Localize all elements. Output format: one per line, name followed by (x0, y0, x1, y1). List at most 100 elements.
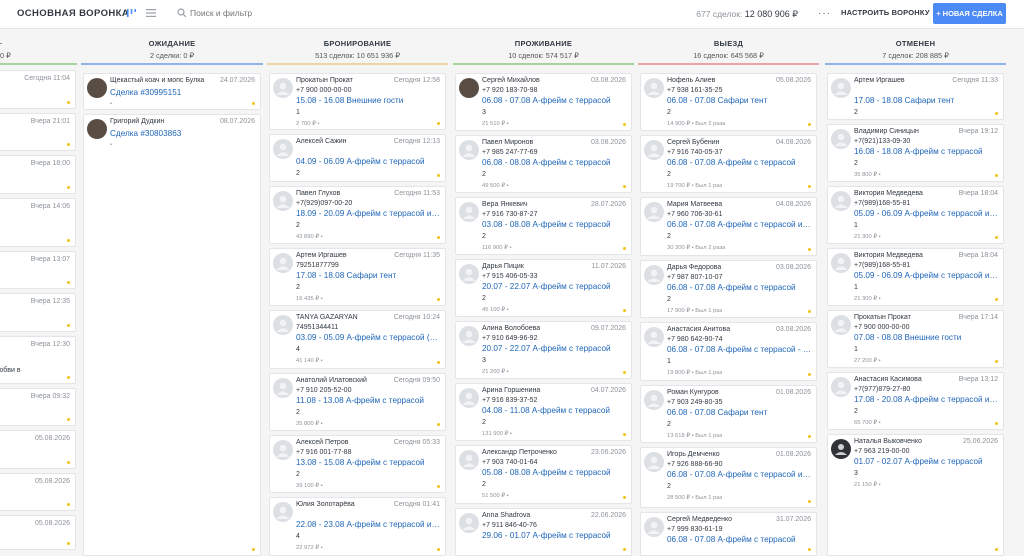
deal-link[interactable]: 06.08 - 07.08 Сафари тент (667, 96, 812, 105)
avatar[interactable] (644, 78, 664, 98)
deal-link[interactable]: 06.08 - 07.08 А-фрейм с террасой и к... (667, 220, 812, 229)
deal-link[interactable]: 06.08 - 07.08 А-фрейм с террасой - 1 ... (667, 345, 812, 354)
contact-name[interactable]: Анатолий Илатовский (296, 377, 367, 384)
contact-name[interactable]: Артем Иргашев (296, 252, 347, 259)
avatar[interactable] (644, 265, 664, 285)
deal-card[interactable]: Игорь Демченко 01.08.2026 +7 926 888-66-90… (640, 447, 817, 508)
deal-link[interactable]: 06.08 - 07.08 Сафари тент (667, 408, 812, 417)
deal-card[interactable]: Сегодня 11:04 (0, 70, 76, 109)
deal-card[interactable]: Сергей Бубенин 04.08.2026 +7 916 740-05-37… (640, 135, 817, 193)
contact-phone[interactable]: +7 926 888-66-90 (667, 461, 722, 468)
deal-link[interactable]: 17.08 - 18.08 Сафари тент (854, 96, 999, 105)
deal-card[interactable]: 05.08.2026 (0, 473, 76, 511)
avatar[interactable] (644, 517, 664, 537)
deal-card[interactable]: Павел Миронов 03.08.2026 +7 985 247-77-69 0… (455, 135, 632, 193)
more-dots-icon[interactable]: ··· (818, 8, 831, 19)
deal-card[interactable]: Вчера 12:35 (0, 293, 76, 332)
deal-card[interactable]: Дарья Пицик 11.07.2026 +7 915 406-05-33 20.… (455, 259, 632, 317)
contact-name[interactable]: Прокатын Прокат (854, 314, 911, 321)
deal-card[interactable]: Анатолий Илатовский Сегодня 09:50 +7 910 2… (269, 373, 446, 431)
deal-link[interactable]: 06.08 - 07.08 А-фрейм с террасой (667, 158, 812, 167)
contact-name[interactable]: Сергей Бубенин (667, 139, 719, 146)
deal-card[interactable]: Анастасия Касимова Вчера 13:12 +7(977)879-… (827, 372, 1004, 430)
deal-link[interactable]: Сделка #30995151 (110, 88, 256, 97)
contact-phone[interactable]: +7 903 249-80-35 (667, 399, 722, 406)
avatar[interactable] (273, 502, 293, 522)
contact-phone[interactable]: +7 963 219-00-00 (854, 448, 909, 455)
deal-card[interactable]: Павел Глухов Сегодня 11:53 +7(929)097-00-2… (269, 186, 446, 244)
avatar[interactable] (831, 377, 851, 397)
contact-name[interactable]: Щекастый коач и мопс Булка (110, 77, 204, 84)
deal-link[interactable]: 04.08 - 11.08 А-фрейм с террасой (482, 406, 627, 415)
contact-name[interactable]: Павел Глухов (296, 190, 340, 197)
deal-card[interactable]: Григорий Дудкин 08.07.2026 Сделка #3080386… (83, 114, 261, 556)
contact-phone[interactable]: +7 999 830-61-19 (667, 526, 722, 533)
contact-name[interactable]: Нофель Алиев (667, 77, 715, 84)
contact-name[interactable]: Павел Миронов (482, 139, 533, 146)
contact-name[interactable]: Алексей Сажин (296, 138, 347, 145)
contact-name[interactable]: Вера Янкевич (482, 201, 528, 208)
avatar[interactable] (644, 140, 664, 160)
deal-link[interactable]: 05.09 - 06.09 А-фрейм с террасой и к... (854, 271, 999, 280)
contact-phone[interactable]: +7 916 001-77-88 (296, 449, 351, 456)
contact-name[interactable]: Anna Shadrova (482, 512, 530, 519)
list-view-icon[interactable] (146, 8, 156, 18)
contact-phone[interactable]: 74951344411 (296, 324, 338, 331)
contact-phone[interactable]: +7(989)168-55-81 (854, 200, 910, 207)
contact-name[interactable]: Дарья Федорова (667, 264, 721, 271)
deal-link[interactable]: 01.07 - 02.07 А-фрейм с террасой (854, 457, 999, 466)
deal-card[interactable]: Анастасия Анитова 03.08.2026 +7 980 642-90… (640, 322, 817, 381)
deal-card[interactable]: TANYA GAZARYAN Сегодня 10:24 74951344411 03… (269, 310, 446, 369)
deal-link[interactable]: 29.06 - 01.07 А-фрейм с террасой (482, 531, 627, 540)
contact-name[interactable]: Александр Петроченко (482, 449, 557, 456)
deal-card[interactable]: Вчера 21:01 (0, 113, 76, 151)
deal-card[interactable]: Юлия Золотарёва Сегодня 01:41 22.08 - 23.0… (269, 497, 446, 556)
contact-name[interactable]: юбви в (0, 367, 21, 374)
deal-link[interactable]: 16.08 - 18.08 А-фрейм с террасой (854, 147, 999, 156)
contact-phone[interactable]: +7 916 839-37-52 (482, 397, 537, 404)
deal-link[interactable]: 04.09 - 06.09 А-фрейм с террасой (296, 157, 441, 166)
contact-phone[interactable]: +7 911 846-40-76 (482, 522, 537, 529)
search-input[interactable] (190, 8, 330, 18)
contact-phone[interactable]: +7 987 807-10-07 (667, 274, 722, 281)
contact-phone[interactable]: +7 915 406-05-33 (482, 273, 537, 280)
contact-phone[interactable]: +7(977)879-27-80 (854, 386, 910, 393)
deal-card[interactable]: Владимир Синицын Вчера 19:12 +7(921)133-09… (827, 124, 1004, 182)
deal-link[interactable]: 06.08 - 07.08 А-фрейм с террасой (667, 283, 812, 292)
avatar[interactable] (831, 315, 851, 335)
contact-phone[interactable]: +7 910 205-52-00 (296, 387, 351, 394)
column-title[interactable]: ОТМЕНЕН (825, 39, 1006, 48)
column-title[interactable]: БРОНИРОВАНИЕ (267, 39, 448, 48)
deal-card[interactable]: Алина Волобоева 09.07.2026 +7 910 649-96-9… (455, 321, 632, 379)
pipeline-view-icon[interactable] (126, 7, 137, 18)
contact-name[interactable]: Виктория Медведева (854, 190, 923, 197)
contact-name[interactable]: Юлия Золотарёва (296, 501, 355, 508)
avatar[interactable] (831, 191, 851, 211)
deal-card[interactable]: 05.08.2026 (0, 515, 76, 550)
column-title[interactable]: ВЫЕЗД (638, 39, 819, 48)
avatar[interactable] (831, 253, 851, 273)
pipeline-title[interactable]: ОСНОВНАЯ ВОРОНКА (17, 8, 129, 19)
avatar[interactable] (831, 78, 851, 98)
deal-card[interactable]: Нофель Алиев 05.08.2026 +7 938 161-35-25 06… (640, 73, 817, 131)
deal-card[interactable]: Вчера 13:07 (0, 251, 76, 289)
contact-name[interactable]: Владимир Синицын (854, 128, 919, 135)
avatar[interactable] (459, 140, 479, 160)
deal-card[interactable]: Вчера 14:06 (0, 198, 76, 247)
contact-name[interactable]: Игорь Демченко (667, 451, 720, 458)
contact-name[interactable]: Алина Волобоева (482, 325, 540, 332)
contact-phone[interactable]: +7 900 000-00-00 (296, 87, 351, 94)
contact-phone[interactable]: +7 910 649-96-92 (482, 335, 537, 342)
deal-card[interactable]: Вчера 12:30 юбви в (0, 336, 76, 384)
avatar[interactable] (459, 388, 479, 408)
deal-card[interactable]: Алексей Петров Сегодня 05:33 +7 916 001-77… (269, 435, 446, 493)
contact-phone[interactable]: 79251877799 (296, 262, 339, 269)
deal-link[interactable]: 03.09 - 05.09 А-фрейм с террасой (до... (296, 333, 441, 342)
deal-link[interactable]: 06.08 - 07.08 А-фрейм с террасой и к... (667, 470, 812, 479)
deal-card[interactable]: Алексей Сажин Сегодня 12:13 04.09 - 06.09 … (269, 134, 446, 182)
new-deal-button[interactable]: + НОВАЯ СДЕЛКА (933, 3, 1006, 24)
contact-name[interactable]: Григорий Дудкин (110, 118, 164, 125)
deal-link[interactable]: 07.08 - 08.08 Внешние гости (854, 333, 999, 342)
avatar[interactable] (273, 378, 293, 398)
deal-card[interactable]: Роман Кунгуров 01.08.2026 +7 903 249-80-35… (640, 385, 817, 443)
